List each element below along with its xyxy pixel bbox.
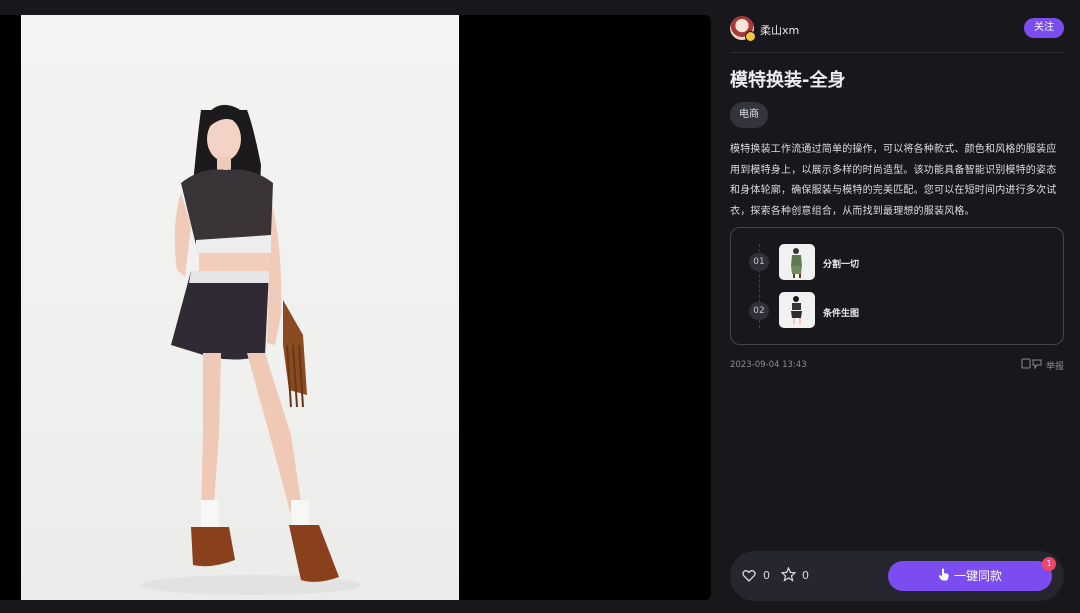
bottom-action-bar: 0 0 一键同款 1 [730, 551, 1064, 601]
report-icon[interactable] [1021, 358, 1043, 372]
cta-label: 一键同款 [953, 569, 1002, 583]
hand-pointer-icon [938, 562, 950, 592]
verified-badge-icon [745, 31, 756, 42]
report-link[interactable]: 举报 [1046, 359, 1064, 372]
step-label: 条件生图 [823, 309, 860, 319]
follow-button[interactable]: 关注 [1024, 18, 1064, 38]
model-figure-illustration [141, 104, 361, 595]
like-count: 0 [763, 569, 770, 582]
image-viewer [0, 15, 711, 600]
star-icon[interactable] [780, 566, 797, 586]
favorite-count: 0 [802, 569, 809, 582]
post-description: 模特换装工作流通过简单的操作，可以将各种款式、颜色和风格的服装应用到模特身上，以… [730, 144, 1057, 217]
author-name[interactable]: 柔山xm [760, 22, 799, 38]
author-header: 柔山xm 关注 [730, 14, 1064, 53]
step-thumbnail[interactable] [779, 244, 815, 280]
post-detail-panel: 柔山xm 关注 模特换装-全身 电商 模特换装工作流通过简单的操作，可以将各种款… [730, 0, 1064, 613]
avatar[interactable] [730, 16, 756, 42]
step-thumbnail-image [791, 248, 802, 278]
one-click-same-style-button[interactable]: 一键同款 [888, 561, 1052, 591]
post-actions: 举报 [1021, 358, 1064, 372]
post-title: 模特换装-全身 [730, 70, 846, 91]
step-label: 分割一切 [823, 260, 860, 270]
heart-icon[interactable] [742, 568, 756, 587]
category-tag[interactable]: 电商 [730, 102, 768, 128]
notification-badge: 1 [1042, 557, 1056, 571]
step-number: 02 [749, 302, 769, 320]
step-number: 01 [749, 253, 769, 271]
model-photo[interactable] [21, 15, 459, 600]
post-date: 2023-09-04 13:43 [730, 360, 807, 370]
step-thumbnail[interactable] [779, 292, 815, 328]
step-thumbnail-image [791, 296, 802, 324]
workflow-steps: 01 分割一切 02 条件生图 [730, 227, 1064, 345]
